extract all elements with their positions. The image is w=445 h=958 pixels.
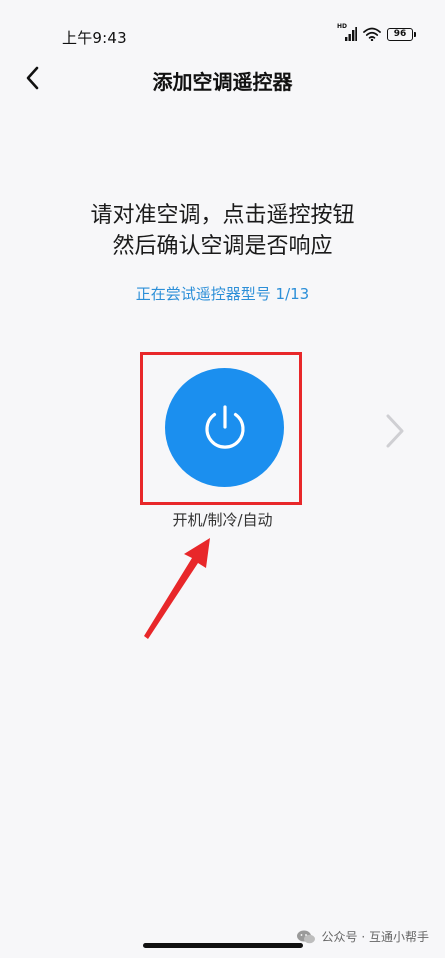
next-model-button[interactable] (380, 412, 410, 450)
watermark-text: 公众号 · 互通小帮手 (321, 930, 429, 944)
trying-model-text: 正在尝试遥控器型号 1/13 (135, 285, 310, 303)
home-indicator[interactable] (143, 943, 303, 948)
battery-level: 96 (393, 28, 407, 39)
status-icons: HD 96 (337, 23, 416, 42)
page-title: 添加空调遥控器 (152, 70, 293, 94)
chevron-right-icon (386, 414, 404, 448)
battery-icon: 96 (387, 27, 416, 41)
annotation-arrow (144, 538, 210, 639)
signal-icon: HD (337, 23, 357, 42)
instruction-line-2: 然后确认空调是否响应 (112, 234, 333, 259)
instruction-text: 请对准空调，点击遥控按钮 然后确认空调是否响应 (0, 200, 445, 262)
watermark: 公众号 · 互通小帮手 (296, 928, 429, 945)
status-bar: 上午9:43 HD 96 (0, 0, 445, 64)
status-time: 上午9:43 (62, 29, 127, 47)
power-icon (204, 404, 245, 449)
nav-bar: 添加空调遥控器 (0, 58, 445, 98)
power-button-label: 开机/制冷/自动 (172, 511, 273, 529)
power-button[interactable] (165, 368, 284, 487)
wifi-icon (363, 27, 381, 41)
hd-label: HD (337, 23, 348, 30)
instruction-line-1: 请对准空调，点击遥控按钮 (90, 203, 355, 228)
